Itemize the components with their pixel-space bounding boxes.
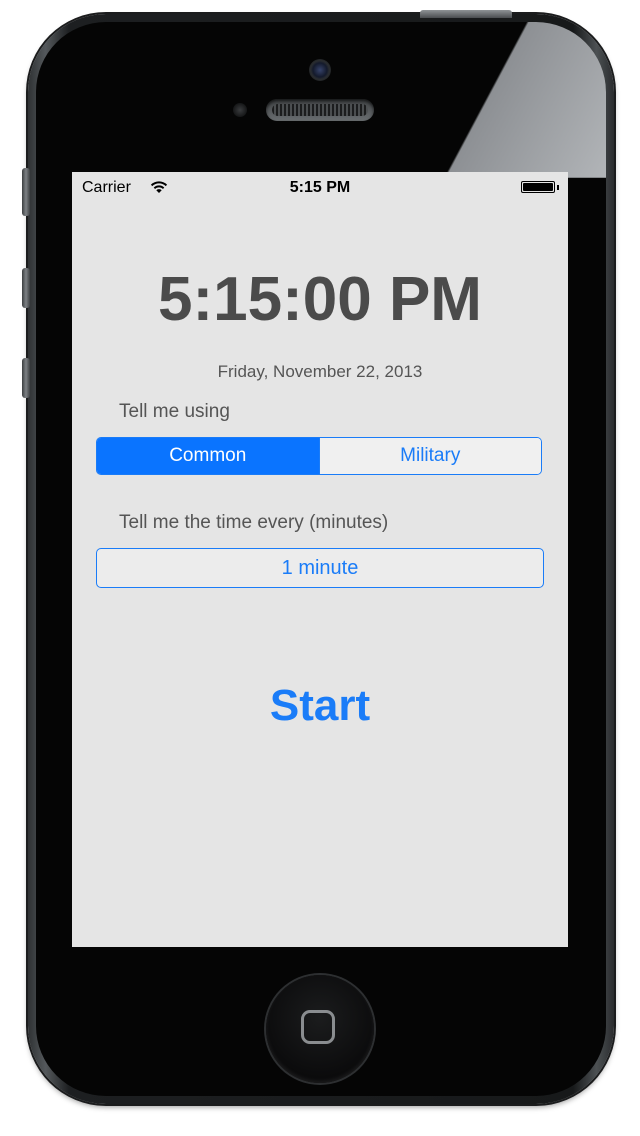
sleep-button — [420, 10, 512, 18]
interval-label: Tell me the time every (minutes) — [119, 512, 389, 533]
status-bar: Carrier 5:15 PM — [72, 172, 568, 204]
home-square-icon — [301, 1010, 335, 1044]
interval-button[interactable]: 1 minute — [96, 548, 544, 588]
front-camera — [309, 59, 331, 81]
earpiece-speaker — [266, 99, 374, 121]
proximity-sensor — [233, 103, 247, 117]
format-segmented-control: Common Military — [96, 437, 542, 475]
battery-icon — [521, 181, 555, 193]
format-label: Tell me using — [119, 401, 230, 422]
status-time: 5:15 PM — [289, 179, 351, 196]
volume-down-button — [22, 358, 30, 398]
current-date: Friday, November 22, 2013 — [217, 362, 423, 381]
app-screen: Carrier 5:15 PM 5:15:00 PM Friday, Novem… — [72, 172, 568, 947]
home-button[interactable] — [266, 975, 374, 1083]
start-button[interactable]: Start — [72, 681, 568, 731]
segment-military[interactable]: Military — [318, 438, 541, 474]
segment-common[interactable]: Common — [97, 438, 319, 474]
current-time: 5:15:00 PM — [158, 265, 482, 334]
mute-switch — [22, 168, 30, 216]
battery-nub — [557, 185, 559, 190]
volume-up-button — [22, 268, 30, 308]
